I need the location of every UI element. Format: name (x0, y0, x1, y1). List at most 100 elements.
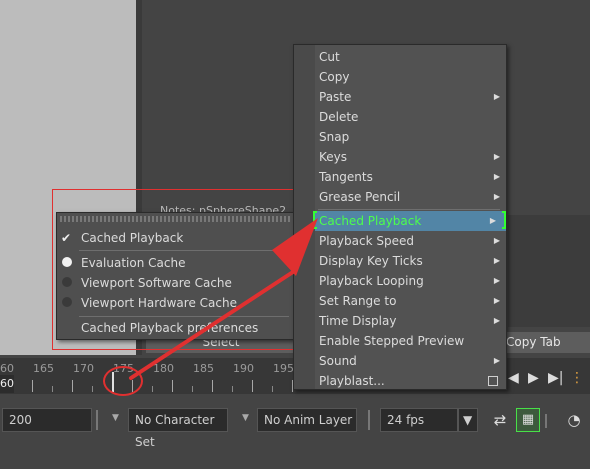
checkmark-icon: ✔ (61, 231, 72, 245)
chevron-down-icon[interactable]: ▼ (458, 408, 478, 432)
menu-item-copy[interactable]: Copy (315, 67, 506, 87)
menu-item-label: Sound (319, 354, 357, 368)
menu-item-label: Grease Pencil (319, 190, 401, 204)
tearoff-handle[interactable] (60, 216, 290, 222)
menu-item-label: Keys (319, 150, 348, 164)
radio-unselected-icon (62, 277, 72, 287)
tick-label: 170 (73, 362, 94, 375)
tick-mark (152, 386, 153, 392)
anim-layer-dropdown[interactable]: No Anim Layer (257, 408, 357, 432)
triangle-right-icon: ▶ (493, 276, 500, 285)
tick-mark (232, 386, 233, 392)
menu-item-sound[interactable]: Sound ▶ (315, 351, 506, 371)
submenu-item-cached-playback[interactable]: Cached Playback (81, 228, 183, 248)
triangle-right-icon: ▶ (493, 356, 500, 365)
fps-dropdown[interactable]: 24 fps (380, 408, 458, 432)
tick-mark (52, 386, 53, 392)
tick-mark (192, 386, 193, 392)
copy-tab-button[interactable]: Copy Tab (496, 332, 590, 353)
menu-item-delete[interactable]: Delete (315, 107, 506, 127)
triangle-right-icon: ▶ (493, 236, 500, 245)
menu-item-playback-looping[interactable]: Playback Looping ▶ (315, 271, 506, 291)
end-time-field[interactable]: 200 (2, 408, 92, 432)
menu-item-label: Snap (319, 130, 350, 144)
triangle-right-icon: ▶ (493, 256, 500, 265)
highlight-bracket (502, 211, 506, 229)
tick-label: 185 (193, 362, 214, 375)
tick-mark (72, 380, 73, 392)
menu-item-label: Cut (319, 50, 340, 64)
menu-item-tangents[interactable]: Tangents ▶ (315, 167, 506, 187)
step-back-icon[interactable]: ◀ (508, 370, 519, 386)
menu-item-label: Playblast... (319, 374, 385, 388)
radio-unselected-icon (62, 297, 72, 307)
time-slider-ruler[interactable]: 60 165 170 175 180 185 190 195 (0, 362, 300, 392)
menu-item-set-range-to[interactable]: Set Range to ▶ (315, 291, 506, 311)
cached-playback-submenu: ✔ Cached Playback Evaluation Cache Viewp… (56, 212, 294, 340)
submenu-item-viewport-software-cache[interactable]: Viewport Software Cache (81, 273, 232, 293)
menu-item-label: Time Display (319, 314, 397, 328)
triangle-right-icon: ▶ (493, 172, 500, 181)
tick-label: 180 (153, 362, 174, 375)
submenu-item-viewport-hardware-cache[interactable]: Viewport Hardware Cache (81, 293, 237, 313)
timeline-context-menu: Cut Copy Paste ▶ Delete Snap Keys ▶ Tangen… (293, 44, 507, 390)
menu-item-cached-playback[interactable]: Cached Playback ▶ (313, 211, 506, 231)
loop-icon[interactable]: ⇄ (488, 408, 512, 432)
submenu-item-evaluation-cache[interactable]: Evaluation Cache (81, 253, 185, 273)
menu-item-label: Playback Looping (319, 274, 424, 288)
end-frame-icon[interactable]: ⋮ (570, 370, 584, 386)
menu-item-display-key-ticks[interactable]: Display Key Ticks ▶ (315, 251, 506, 271)
playback-prefs-icon[interactable]: ◔ (562, 408, 586, 432)
menu-item-label: Playback Speed (319, 234, 414, 248)
menu-item-label: Display Key Ticks (319, 254, 423, 268)
menu-item-label: Paste (319, 90, 352, 104)
triangle-right-icon: ▶ (493, 92, 500, 101)
triangle-right-icon: ▶ (493, 296, 500, 305)
menu-divider (318, 209, 500, 210)
menu-item-time-display[interactable]: Time Display ▶ (315, 311, 506, 331)
tick-label: 165 (33, 362, 54, 375)
chevron-down-icon[interactable]: ▼ (242, 413, 249, 423)
editor-panel-dark-area (508, 215, 590, 327)
tick-label: 60 (0, 362, 14, 375)
separator (368, 410, 370, 430)
menu-item-label: Enable Stepped Preview (319, 334, 465, 348)
menu-divider (79, 250, 289, 251)
submenu-item-cached-playback-preferences[interactable]: Cached Playback preferences (81, 318, 258, 338)
current-frame-readout: 60 (0, 375, 14, 393)
annotation-circle (103, 366, 143, 396)
cache-icon[interactable]: ▦ (516, 408, 540, 432)
tick-mark (212, 380, 213, 392)
separator (96, 410, 98, 430)
character-set-dropdown[interactable]: No Character Set (128, 408, 228, 449)
tick-mark (272, 386, 273, 392)
highlight-bracket (313, 211, 317, 229)
triangle-right-icon: ▶ (493, 316, 500, 325)
chevron-down-icon[interactable]: ▼ (112, 413, 119, 423)
menu-item-label: Copy (319, 70, 350, 84)
menu-item-paste[interactable]: Paste ▶ (315, 87, 506, 107)
menu-item-keys[interactable]: Keys ▶ (315, 147, 506, 167)
menu-item-playblast[interactable]: Playblast... (315, 371, 506, 391)
menu-item-label: Set Range to (319, 294, 397, 308)
tick-mark (92, 386, 93, 392)
radio-selected-icon (62, 257, 72, 267)
play-forward-icon[interactable]: ▶ (528, 370, 539, 386)
separator (545, 414, 547, 428)
triangle-right-icon: ▶ (489, 216, 496, 225)
tick-label: 190 (233, 362, 254, 375)
tick-mark (32, 380, 33, 392)
menu-item-cut[interactable]: Cut (315, 47, 506, 67)
step-forward-key-icon[interactable]: ▶| (548, 370, 563, 386)
menu-item-label: Cached Playback (319, 214, 422, 228)
option-box-icon[interactable] (488, 376, 498, 386)
tick-label: 195 (273, 362, 294, 375)
menu-item-label: Delete (319, 110, 359, 124)
menu-item-snap[interactable]: Snap (315, 127, 506, 147)
menu-item-playback-speed[interactable]: Playback Speed ▶ (315, 231, 506, 251)
menu-divider (79, 316, 289, 317)
triangle-right-icon: ▶ (493, 152, 500, 161)
menu-item-grease-pencil[interactable]: Grease Pencil ▶ (315, 187, 506, 207)
menu-gutter (294, 45, 315, 389)
menu-item-enable-stepped-preview[interactable]: Enable Stepped Preview (315, 331, 506, 351)
